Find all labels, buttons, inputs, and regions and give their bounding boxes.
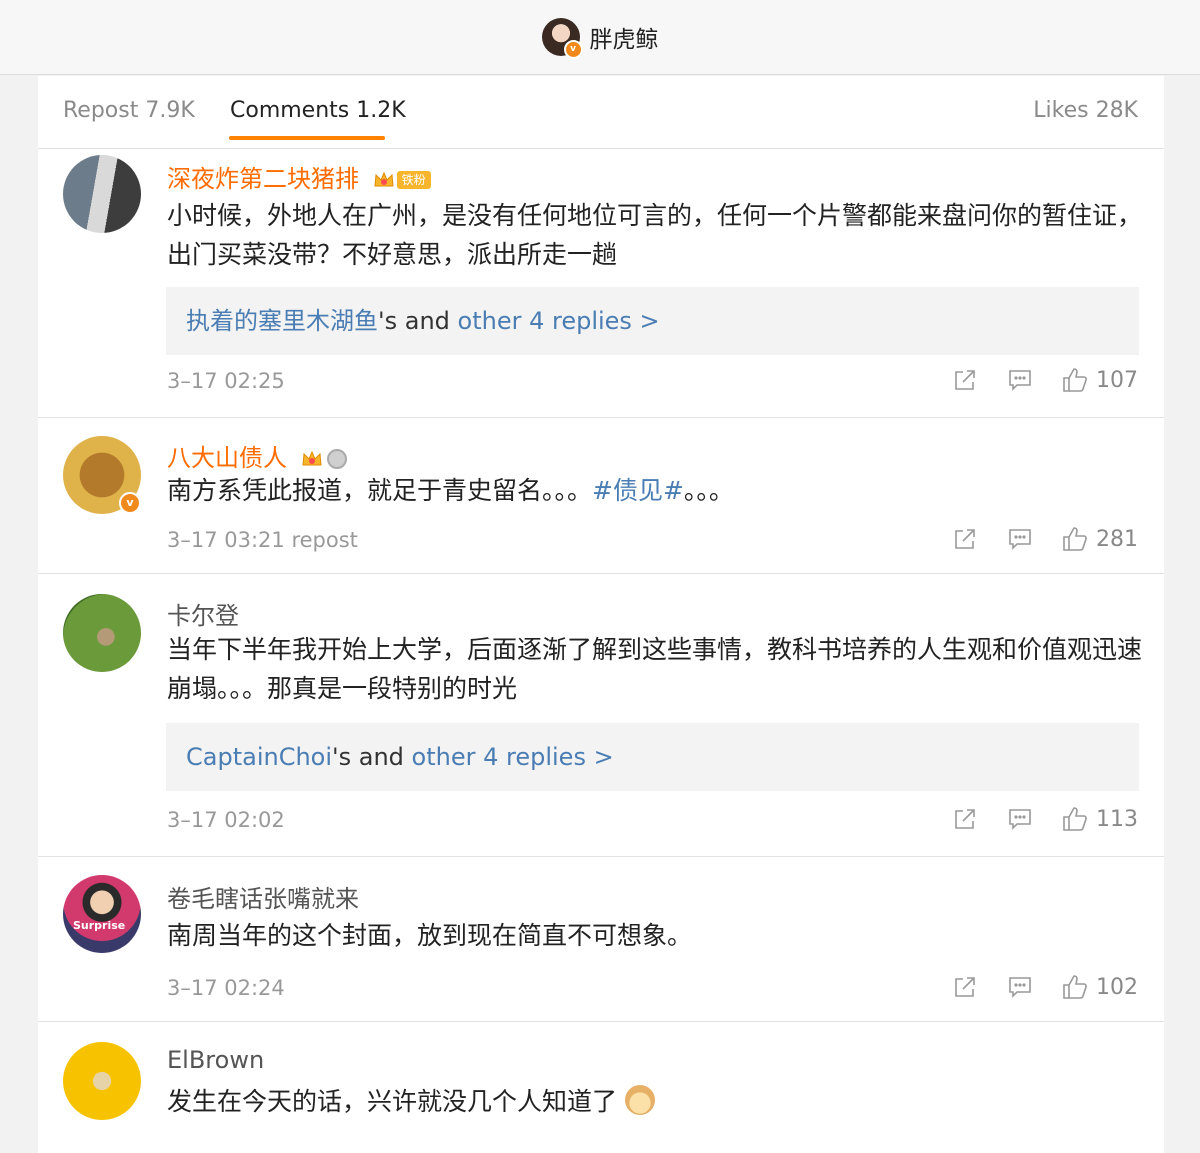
thumbs-up-icon <box>1063 975 1087 999</box>
comment-text-part: 。。。 <box>683 476 734 505</box>
verified-badge-icon: v <box>119 492 141 514</box>
avatar[interactable]: v <box>63 436 141 514</box>
thumbs-up-icon <box>1063 807 1087 831</box>
like-count: 281 <box>1096 526 1138 552</box>
avatar-caption: Surprise <box>73 919 126 932</box>
comment-text: 南方系凭此报道，就足于青史留名。。。#债见#。。。 <box>167 471 1142 510</box>
doge-emoji-icon <box>624 1085 655 1115</box>
comment-item: 深夜炸第二块猪排 铁粉 小时候，外地人在广州，是没有任何地位可言的，任何一个片警… <box>38 149 1164 418</box>
share-icon[interactable] <box>953 807 977 831</box>
avatar[interactable] <box>63 1042 141 1120</box>
avatar[interactable]: Surprise <box>63 875 141 953</box>
medal-icon <box>326 449 347 469</box>
comment-icon[interactable] <box>1008 527 1032 551</box>
tab-likes[interactable]: Likes 28K <box>1033 98 1138 123</box>
topic-link[interactable]: #债见# <box>592 476 684 505</box>
crown-icon <box>302 450 322 466</box>
comment-actions: 281 <box>922 526 1138 552</box>
more-replies-link[interactable]: other 4 replies > <box>458 307 660 335</box>
comment-actions: 102 <box>922 974 1138 1000</box>
comment-time: 3–17 02:24 <box>167 976 285 1000</box>
fan-badge: 铁粉 <box>396 171 431 189</box>
like-button[interactable]: 281 <box>1062 526 1138 552</box>
like-button[interactable]: 107 <box>1062 367 1138 393</box>
verified-badge-icon: v <box>563 40 583 59</box>
share-icon[interactable] <box>953 527 977 551</box>
comment-item: Surprise 卷毛瞎话张嘴就来 南周当年的这个封面，放到现在简直不可想象。 … <box>38 857 1164 1022</box>
comment-item: v 八大山债人 南方系凭此报道，就足于青史留名。。。#债见#。。。 3–17 0… <box>38 418 1164 574</box>
comment-text-part: 南方系凭此报道，就足于青史留名。。。 <box>167 476 593 505</box>
comment-time: 3–17 03:21 repost <box>167 528 358 552</box>
like-count: 113 <box>1096 806 1138 832</box>
thumbs-up-icon <box>1063 368 1087 392</box>
comment-text: 发生在今天的话，兴许就没几个人知道了 <box>167 1082 1142 1121</box>
share-icon[interactable] <box>953 975 977 999</box>
author-name[interactable]: 胖虎鲸 <box>590 20 659 54</box>
like-button[interactable]: 113 <box>1062 806 1138 832</box>
tab-bar: Repost 7.9K Comments 1.2K Likes 28K <box>38 76 1164 149</box>
crown-icon <box>374 171 394 187</box>
comment-text-part: 发生在今天的话，兴许就没几个人知道了 <box>167 1087 618 1116</box>
active-tab-indicator <box>229 136 385 140</box>
reply-user-link[interactable]: 执着的塞里木湖鱼 <box>186 307 378 335</box>
comment-item: ElBrown 发生在今天的话，兴许就没几个人知道了 <box>38 1022 1164 1153</box>
comment-username[interactable]: 深夜炸第二块猪排 铁粉 <box>167 159 431 194</box>
comment-item: 卡尔登 当年下半年我开始上大学，后面逐渐了解到这些事情，教科书培养的人生观和价值… <box>38 574 1164 857</box>
more-replies-link[interactable]: other 4 replies > <box>412 743 614 771</box>
share-icon[interactable] <box>953 368 977 392</box>
comment-username[interactable]: 卷毛瞎话张嘴就来 <box>167 879 359 914</box>
reply-user-link[interactable]: CaptainChoi <box>186 743 332 771</box>
like-count: 107 <box>1096 367 1138 393</box>
tab-repost[interactable]: Repost 7.9K <box>63 98 195 123</box>
author-avatar[interactable]: v <box>541 18 583 59</box>
reply-preview[interactable]: CaptainChoi's and other 4 replies > <box>166 723 1139 791</box>
comment-icon[interactable] <box>1008 975 1032 999</box>
comment-username[interactable]: 八大山债人 <box>167 438 347 473</box>
comment-actions: 113 <box>922 806 1138 832</box>
comments-card: Repost 7.9K Comments 1.2K Likes 28K 深夜炸第… <box>38 76 1164 1153</box>
comment-text: 南周当年的这个封面，放到现在简直不可想象。 <box>167 921 693 950</box>
avatar[interactable] <box>63 594 141 672</box>
comment-text: 小时候，外地人在广州，是没有任何地位可言的，任何一个片警都能来盘问你的暂住证，出… <box>167 201 1143 269</box>
reply-mid-text: 's and <box>332 743 412 771</box>
tab-comments[interactable]: Comments 1.2K <box>230 98 406 123</box>
avatar[interactable] <box>63 155 141 233</box>
top-bar: v 胖虎鲸 <box>0 0 1200 75</box>
comment-username[interactable]: ElBrown <box>167 1046 264 1074</box>
reply-mid-text: 's and <box>378 307 458 335</box>
like-button[interactable]: 102 <box>1062 974 1138 1000</box>
comment-actions: 107 <box>922 367 1138 393</box>
comment-time: 3–17 02:02 <box>167 808 285 832</box>
reply-preview[interactable]: 执着的塞里木湖鱼's and other 4 replies > <box>166 287 1139 355</box>
comment-time: 3–17 02:25 <box>167 369 285 393</box>
comment-icon[interactable] <box>1008 807 1032 831</box>
thumbs-up-icon <box>1063 527 1087 551</box>
comment-username[interactable]: 卡尔登 <box>167 596 239 631</box>
comment-icon[interactable] <box>1008 368 1032 392</box>
comment-text: 当年下半年我开始上大学，后面逐渐了解到这些事情，教科书培养的人生观和价值观迅速崩… <box>167 635 1143 703</box>
like-count: 102 <box>1096 974 1138 1000</box>
